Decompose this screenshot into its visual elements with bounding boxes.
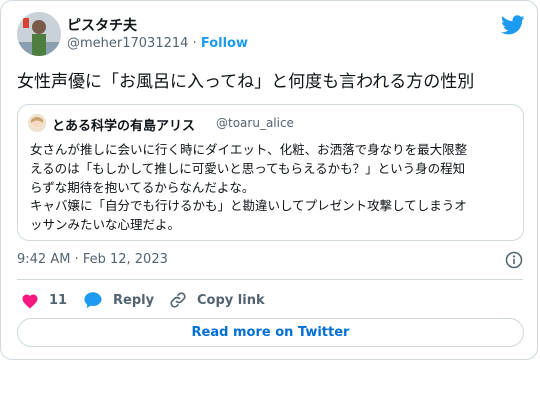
author-handle-row: @meher17031214 · Follow (67, 36, 248, 51)
heart-icon (22, 294, 38, 308)
author-avatar[interactable] (17, 12, 61, 56)
quoted-text-line: らずな期待を抱いてるからなんだよな。 (30, 179, 255, 195)
copy-link-button[interactable]: Copy link (169, 290, 265, 310)
follow-link[interactable]: Follow (201, 36, 248, 51)
like-button[interactable]: 11 (21, 290, 67, 310)
embedded-tweet-card: ピスタチ夫 @meher17031214 · Follow 女性声優に「お風呂に… (0, 0, 538, 360)
reply-button[interactable]: Reply (83, 290, 154, 310)
speech-bubble-icon (84, 292, 102, 309)
reply-label: Reply (113, 292, 155, 308)
like-count: 11 (49, 292, 68, 308)
quoted-text-line: えるのは「もしかして推しに可愛いと思ってもらえるかも？」という身の程知 (30, 160, 466, 176)
twitter-bird-icon[interactable] (501, 13, 525, 37)
handle-separator: · (192, 36, 197, 51)
quoted-author-handle: @toaru_alice (216, 116, 294, 130)
author-handle[interactable]: @meher17031214 (67, 36, 188, 51)
divider (17, 279, 523, 280)
copy-link-label: Copy link (197, 292, 265, 308)
read-more-button[interactable]: Read more on Twitter (17, 318, 524, 347)
quoted-tweet-text: 女さんが推しに会いに行く時にダイエット、化粧、お洒落で身なりを最大限整 えるのは… (30, 141, 516, 235)
quoted-tweet[interactable]: とある科学の有島アリス @toaru_alice 女さんが推しに会いに行く時にダ… (17, 104, 524, 241)
quoted-text-line: ッサンみたいな心理だよ。 (30, 217, 181, 233)
author-display-name[interactable]: ピスタチ夫 (67, 15, 137, 35)
quoted-author-avatar (28, 114, 46, 132)
quoted-author-name: とある科学の有島アリス (52, 119, 196, 134)
info-icon[interactable] (505, 251, 523, 269)
quoted-text-line: キャバ嬢に「自分でも行けるかも」と勘違いしてプレゼント攻撃してしまうオ (30, 198, 467, 214)
quoted-text-line: 女さんが推しに会いに行く時にダイエット、化粧、お洒落で身なりを最大限整 (30, 142, 468, 157)
link-icon (170, 292, 186, 308)
tweet-text: 女性声優に「お風呂に入ってね」と何度も言われる方の性別 (17, 72, 475, 92)
tweet-timestamp[interactable]: 9:42 AM · Feb 12, 2023 (17, 252, 168, 267)
